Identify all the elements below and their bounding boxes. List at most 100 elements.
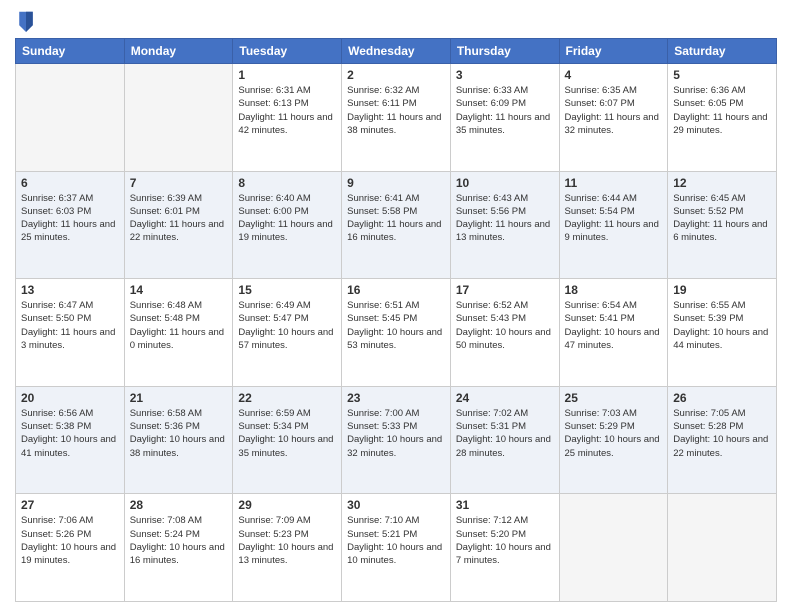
day-number: 11	[565, 176, 663, 190]
day-number: 3	[456, 68, 554, 82]
day-info: Sunrise: 6:55 AM Sunset: 5:39 PM Dayligh…	[673, 299, 771, 352]
day-info: Sunrise: 7:00 AM Sunset: 5:33 PM Dayligh…	[347, 407, 445, 460]
day-info: Sunrise: 7:05 AM Sunset: 5:28 PM Dayligh…	[673, 407, 771, 460]
calendar-cell: 24Sunrise: 7:02 AM Sunset: 5:31 PM Dayli…	[450, 386, 559, 494]
day-info: Sunrise: 6:33 AM Sunset: 6:09 PM Dayligh…	[456, 84, 554, 137]
day-number: 19	[673, 283, 771, 297]
calendar-cell: 1 Sunrise: 6:31 AM Sunset: 6:13 PM Daylig…	[233, 64, 342, 172]
day-number: 22	[238, 391, 336, 405]
calendar-cell	[668, 494, 777, 602]
calendar-cell	[559, 494, 668, 602]
day-info: Sunrise: 6:40 AM Sunset: 6:00 PM Dayligh…	[238, 192, 336, 245]
day-number: 20	[21, 391, 119, 405]
day-info: Sunrise: 6:43 AM Sunset: 5:56 PM Dayligh…	[456, 192, 554, 245]
calendar-cell: 17Sunrise: 6:52 AM Sunset: 5:43 PM Dayli…	[450, 279, 559, 387]
calendar-header-thursday: Thursday	[450, 39, 559, 64]
day-number: 8	[238, 176, 336, 190]
calendar-cell: 15 Sunrise: 6:49 AM Sunset: 5:47 PM Dayli…	[233, 279, 342, 387]
calendar-cell: 6 Sunrise: 6:37 AM Sunset: 6:03 PM Daylig…	[16, 171, 125, 279]
calendar-week-5: 27Sunrise: 7:06 AM Sunset: 5:26 PM Dayli…	[16, 494, 777, 602]
day-number: 14	[130, 283, 228, 297]
day-number: 1	[238, 68, 336, 82]
day-info: Sunrise: 6:44 AM Sunset: 5:54 PM Dayligh…	[565, 192, 663, 245]
calendar-cell: 12Sunrise: 6:45 AM Sunset: 5:52 PM Dayli…	[668, 171, 777, 279]
day-number: 31	[456, 498, 554, 512]
calendar-cell: 3 Sunrise: 6:33 AM Sunset: 6:09 PM Daylig…	[450, 64, 559, 172]
day-number: 30	[347, 498, 445, 512]
day-info: Sunrise: 6:49 AM Sunset: 5:47 PM Dayligh…	[238, 299, 336, 352]
day-info: Sunrise: 7:12 AM Sunset: 5:20 PM Dayligh…	[456, 514, 554, 567]
day-info: Sunrise: 6:35 AM Sunset: 6:07 PM Dayligh…	[565, 84, 663, 137]
day-number: 23	[347, 391, 445, 405]
day-info: Sunrise: 6:59 AM Sunset: 5:34 PM Dayligh…	[238, 407, 336, 460]
day-number: 15	[238, 283, 336, 297]
day-info: Sunrise: 6:47 AM Sunset: 5:50 PM Dayligh…	[21, 299, 119, 352]
calendar-cell	[124, 64, 233, 172]
calendar-cell: 27Sunrise: 7:06 AM Sunset: 5:26 PM Dayli…	[16, 494, 125, 602]
day-info: Sunrise: 6:41 AM Sunset: 5:58 PM Dayligh…	[347, 192, 445, 245]
calendar-cell: 2 Sunrise: 6:32 AM Sunset: 6:11 PM Daylig…	[342, 64, 451, 172]
calendar-cell: 20 Sunrise: 6:56 AM Sunset: 5:38 PM Dayli…	[16, 386, 125, 494]
day-info: Sunrise: 6:48 AM Sunset: 5:48 PM Dayligh…	[130, 299, 228, 352]
calendar-cell: 19 Sunrise: 6:55 AM Sunset: 5:39 PM Dayli…	[668, 279, 777, 387]
day-number: 21	[130, 391, 228, 405]
logo	[15, 10, 39, 32]
calendar-cell: 31 Sunrise: 7:12 AM Sunset: 5:20 PM Dayli…	[450, 494, 559, 602]
calendar-week-2: 6 Sunrise: 6:37 AM Sunset: 6:03 PM Daylig…	[16, 171, 777, 279]
calendar-cell: 21 Sunrise: 6:58 AM Sunset: 5:36 PM Dayli…	[124, 386, 233, 494]
day-number: 16	[347, 283, 445, 297]
day-number: 13	[21, 283, 119, 297]
day-number: 27	[21, 498, 119, 512]
calendar-cell: 9 Sunrise: 6:41 AM Sunset: 5:58 PM Daylig…	[342, 171, 451, 279]
day-number: 29	[238, 498, 336, 512]
day-info: Sunrise: 7:03 AM Sunset: 5:29 PM Dayligh…	[565, 407, 663, 460]
calendar-cell: 26 Sunrise: 7:05 AM Sunset: 5:28 PM Dayli…	[668, 386, 777, 494]
calendar-cell: 23 Sunrise: 7:00 AM Sunset: 5:33 PM Dayli…	[342, 386, 451, 494]
day-number: 26	[673, 391, 771, 405]
day-info: Sunrise: 6:56 AM Sunset: 5:38 PM Dayligh…	[21, 407, 119, 460]
calendar-header-monday: Monday	[124, 39, 233, 64]
day-number: 12	[673, 176, 771, 190]
day-info: Sunrise: 7:09 AM Sunset: 5:23 PM Dayligh…	[238, 514, 336, 567]
day-number: 24	[456, 391, 554, 405]
calendar-cell: 14 Sunrise: 6:48 AM Sunset: 5:48 PM Dayli…	[124, 279, 233, 387]
day-number: 7	[130, 176, 228, 190]
calendar-header-sunday: Sunday	[16, 39, 125, 64]
calendar-header-friday: Friday	[559, 39, 668, 64]
calendar-cell: 25Sunrise: 7:03 AM Sunset: 5:29 PM Dayli…	[559, 386, 668, 494]
calendar-cell: 29 Sunrise: 7:09 AM Sunset: 5:23 PM Dayli…	[233, 494, 342, 602]
calendar-cell: 10Sunrise: 6:43 AM Sunset: 5:56 PM Dayli…	[450, 171, 559, 279]
day-number: 9	[347, 176, 445, 190]
calendar-cell: 8 Sunrise: 6:40 AM Sunset: 6:00 PM Daylig…	[233, 171, 342, 279]
calendar-cell: 13 Sunrise: 6:47 AM Sunset: 5:50 PM Dayli…	[16, 279, 125, 387]
day-info: Sunrise: 6:36 AM Sunset: 6:05 PM Dayligh…	[673, 84, 771, 137]
day-number: 6	[21, 176, 119, 190]
day-info: Sunrise: 6:37 AM Sunset: 6:03 PM Dayligh…	[21, 192, 119, 245]
day-number: 18	[565, 283, 663, 297]
calendar-cell	[16, 64, 125, 172]
day-number: 2	[347, 68, 445, 82]
calendar-header-wednesday: Wednesday	[342, 39, 451, 64]
calendar-cell: 30 Sunrise: 7:10 AM Sunset: 5:21 PM Dayli…	[342, 494, 451, 602]
day-number: 4	[565, 68, 663, 82]
day-info: Sunrise: 7:10 AM Sunset: 5:21 PM Dayligh…	[347, 514, 445, 567]
day-info: Sunrise: 6:39 AM Sunset: 6:01 PM Dayligh…	[130, 192, 228, 245]
calendar-cell: 22 Sunrise: 6:59 AM Sunset: 5:34 PM Dayli…	[233, 386, 342, 494]
day-info: Sunrise: 6:32 AM Sunset: 6:11 PM Dayligh…	[347, 84, 445, 137]
logo-icon	[17, 10, 35, 32]
calendar-cell: 7 Sunrise: 6:39 AM Sunset: 6:01 PM Daylig…	[124, 171, 233, 279]
calendar-week-4: 20 Sunrise: 6:56 AM Sunset: 5:38 PM Dayli…	[16, 386, 777, 494]
calendar-header-tuesday: Tuesday	[233, 39, 342, 64]
day-info: Sunrise: 6:51 AM Sunset: 5:45 PM Dayligh…	[347, 299, 445, 352]
day-info: Sunrise: 6:31 AM Sunset: 6:13 PM Dayligh…	[238, 84, 336, 137]
calendar-cell: 11 Sunrise: 6:44 AM Sunset: 5:54 PM Dayli…	[559, 171, 668, 279]
calendar-table: SundayMondayTuesdayWednesdayThursdayFrid…	[15, 38, 777, 602]
day-info: Sunrise: 6:58 AM Sunset: 5:36 PM Dayligh…	[130, 407, 228, 460]
page: SundayMondayTuesdayWednesdayThursdayFrid…	[0, 0, 792, 612]
day-number: 5	[673, 68, 771, 82]
calendar-cell: 4 Sunrise: 6:35 AM Sunset: 6:07 PM Daylig…	[559, 64, 668, 172]
calendar-header-row: SundayMondayTuesdayWednesdayThursdayFrid…	[16, 39, 777, 64]
calendar-cell: 28Sunrise: 7:08 AM Sunset: 5:24 PM Dayli…	[124, 494, 233, 602]
calendar-week-1: 1 Sunrise: 6:31 AM Sunset: 6:13 PM Daylig…	[16, 64, 777, 172]
calendar-cell: 5 Sunrise: 6:36 AM Sunset: 6:05 PM Daylig…	[668, 64, 777, 172]
